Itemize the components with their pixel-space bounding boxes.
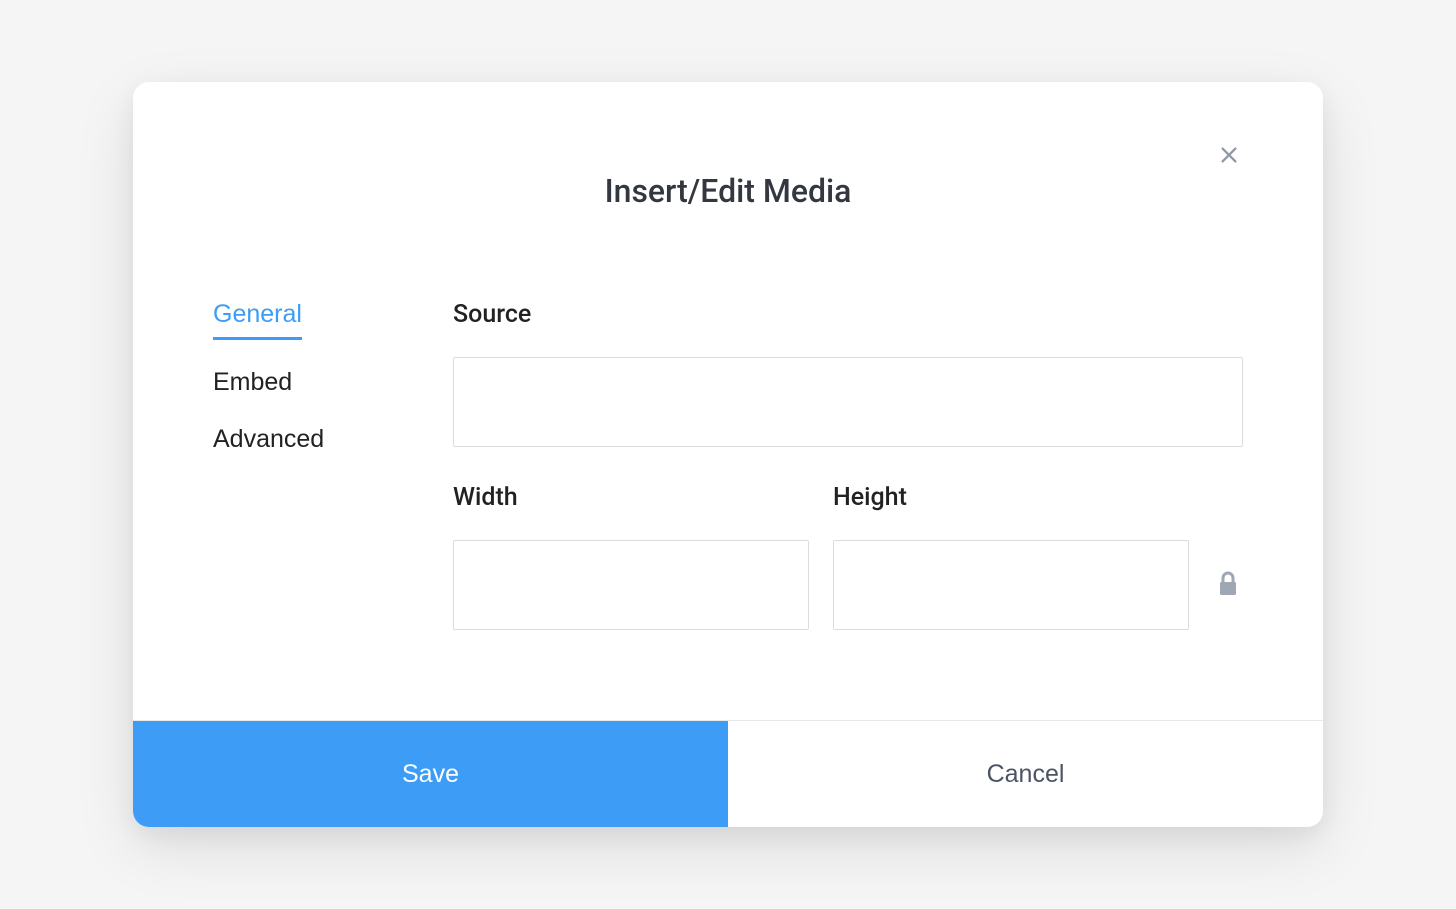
modal-header: Insert/Edit Media: [133, 82, 1323, 210]
source-label: Source: [453, 300, 1243, 329]
form-panel: Source Width Height: [453, 300, 1243, 630]
height-label: Height: [833, 483, 1189, 512]
dimensions-row: Width Height: [453, 483, 1243, 630]
height-field-group: Height: [833, 483, 1189, 630]
close-icon: [1218, 144, 1240, 169]
lock-icon: [1218, 571, 1238, 600]
width-label: Width: [453, 483, 809, 512]
source-input[interactable]: [453, 357, 1243, 447]
modal-body: General Embed Advanced Source Width Heig…: [133, 210, 1323, 720]
tabs-list: General Embed Advanced: [213, 300, 393, 630]
tab-embed[interactable]: Embed: [213, 368, 292, 397]
height-input[interactable]: [833, 540, 1189, 630]
aspect-ratio-lock-button[interactable]: [1213, 540, 1243, 630]
modal-footer: Save Cancel: [133, 720, 1323, 827]
source-field-group: Source: [453, 300, 1243, 447]
save-button[interactable]: Save: [133, 721, 728, 827]
width-field-group: Width: [453, 483, 809, 630]
width-input[interactable]: [453, 540, 809, 630]
tab-advanced[interactable]: Advanced: [213, 425, 324, 454]
insert-edit-media-modal: Insert/Edit Media General Embed Advanced…: [133, 82, 1323, 827]
tab-general[interactable]: General: [213, 300, 302, 340]
modal-title: Insert/Edit Media: [213, 172, 1243, 210]
cancel-button[interactable]: Cancel: [728, 721, 1323, 827]
close-button[interactable]: [1215, 142, 1243, 170]
